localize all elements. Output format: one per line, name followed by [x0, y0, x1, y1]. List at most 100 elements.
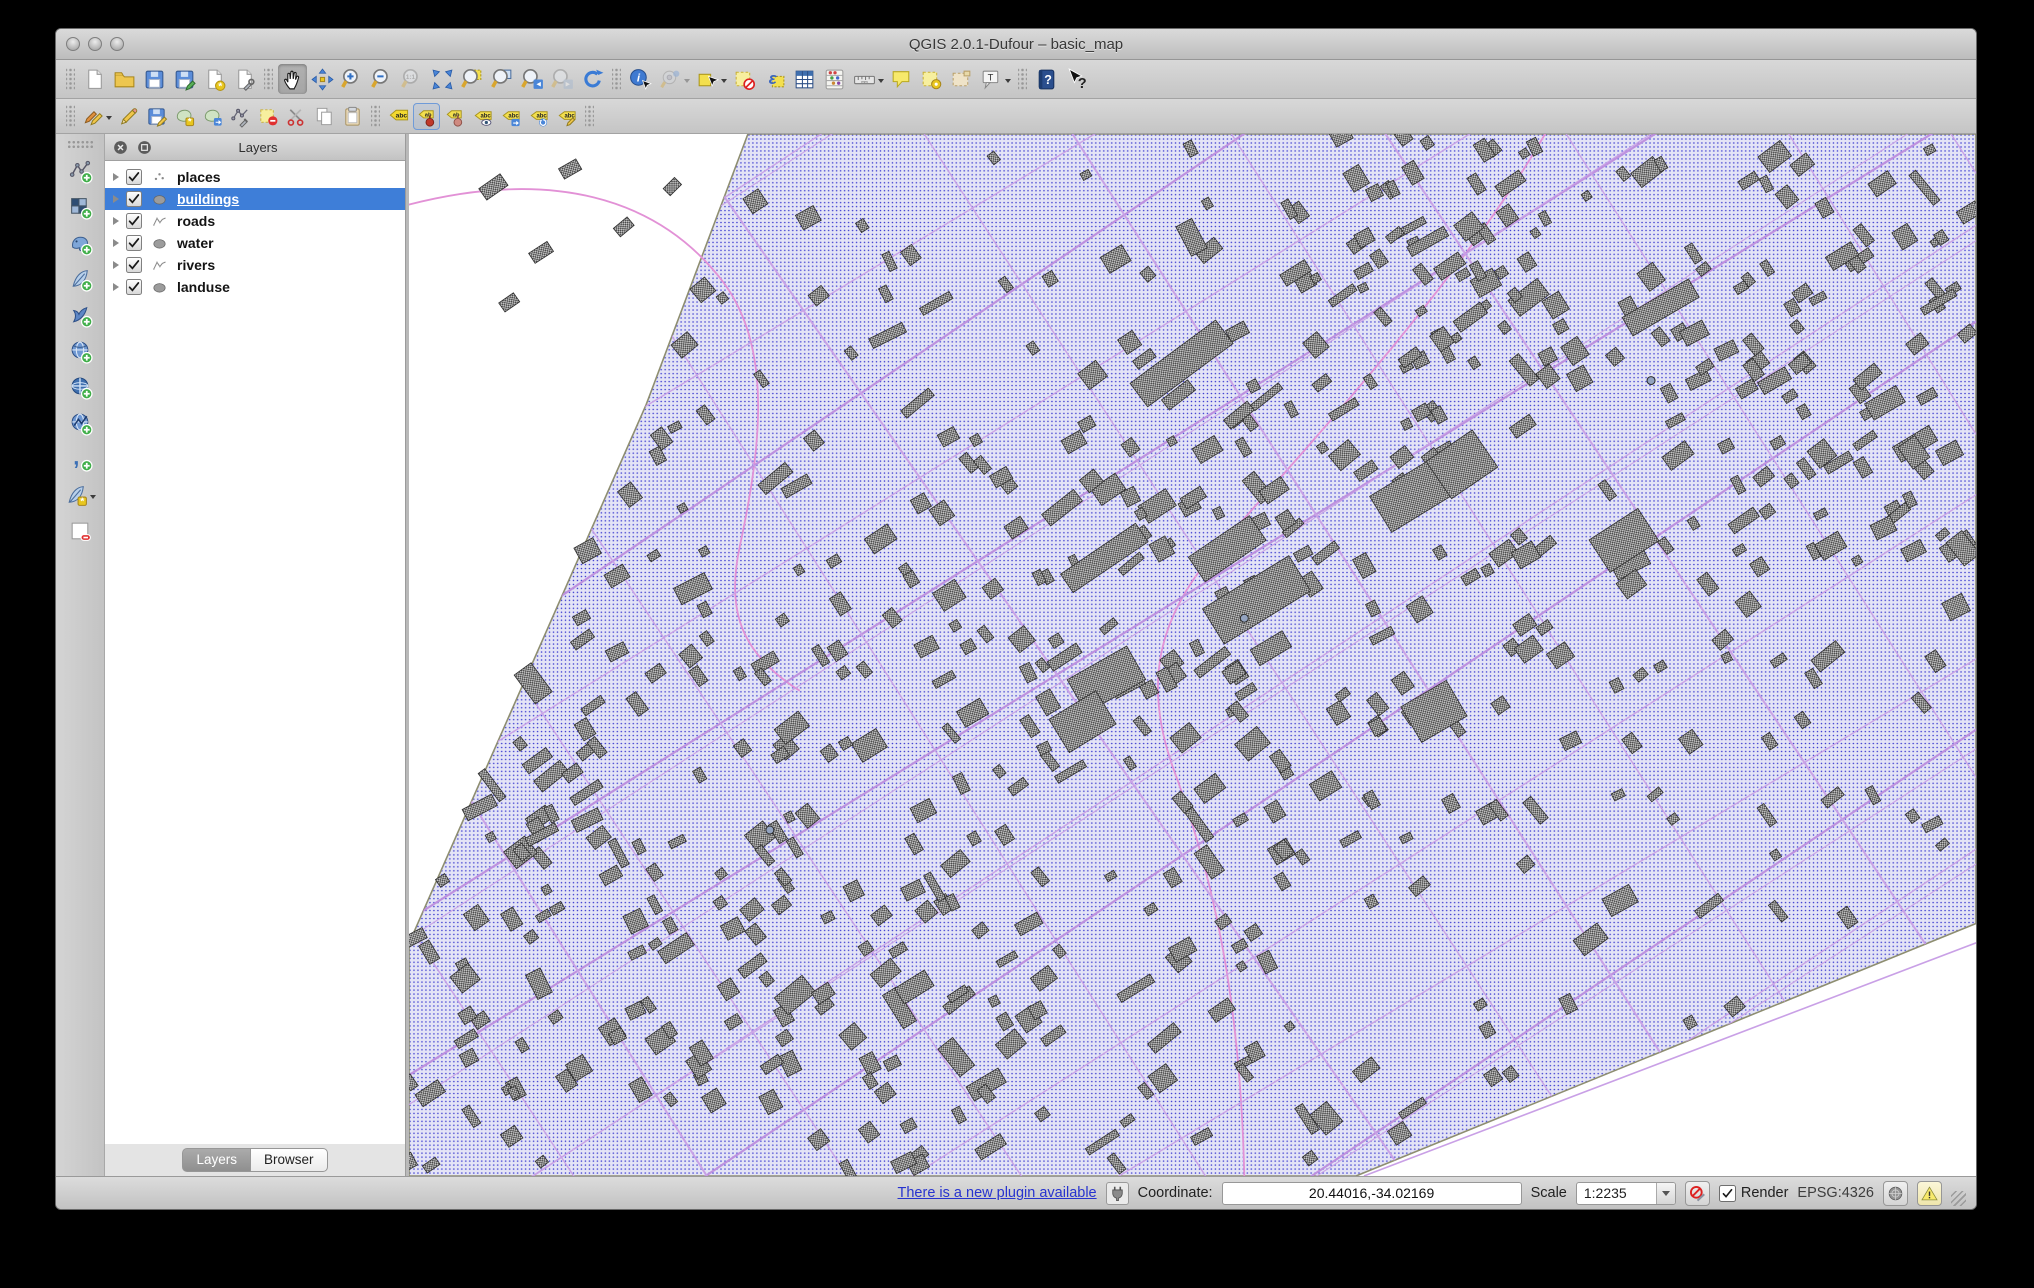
zoom-window-button[interactable] — [110, 37, 124, 51]
new-spatialite-layer-button[interactable]: * — [63, 479, 97, 511]
delete-selected-button[interactable] — [255, 103, 282, 130]
field-calculator-button[interactable] — [820, 64, 849, 94]
layer-item-roads[interactable]: roads — [105, 210, 405, 232]
layer-item-rivers[interactable]: rivers — [105, 254, 405, 276]
zoom-to-selection-button[interactable] — [458, 64, 487, 94]
minimize-window-button[interactable] — [88, 37, 102, 51]
new-composer-button[interactable]: * — [200, 64, 229, 94]
measure-button[interactable]: mm — [850, 64, 886, 94]
zoom-next-button[interactable] — [548, 64, 577, 94]
render-checkbox[interactable] — [1719, 1185, 1736, 1202]
add-raster-layer-button[interactable] — [67, 191, 94, 223]
resize-grip[interactable] — [1951, 1191, 1966, 1206]
label-rotate-button[interactable]: abc — [525, 103, 552, 130]
layer-visibility-checkbox[interactable] — [126, 257, 142, 273]
toggle-editing-button[interactable] — [115, 103, 142, 130]
cut-features-button[interactable] — [283, 103, 310, 130]
label-unpin-button[interactable]: ab — [441, 103, 468, 130]
select-features-button[interactable] — [693, 64, 729, 94]
pan-to-selection-button[interactable] — [308, 64, 337, 94]
coordinate-input[interactable] — [1222, 1182, 1522, 1205]
layer-item-water[interactable]: water — [105, 232, 405, 254]
text-annotation-button[interactable]: T — [977, 64, 1013, 94]
plugin-icon[interactable] — [1106, 1182, 1129, 1205]
move-feature-button[interactable] — [199, 103, 226, 130]
label-show-hide-button[interactable]: abc — [469, 103, 496, 130]
panel-tab-browser[interactable]: Browser — [250, 1148, 328, 1172]
feature-action-button[interactable] — [656, 64, 692, 94]
node-tool-button[interactable] — [227, 103, 254, 130]
layer-visibility-checkbox[interactable] — [126, 279, 142, 295]
open-project-button[interactable] — [110, 64, 139, 94]
show-bookmarks-button[interactable] — [947, 64, 976, 94]
scale-combo[interactable]: 1:2235 — [1576, 1182, 1676, 1205]
deselect-features-button[interactable] — [730, 64, 759, 94]
map-canvas[interactable] — [409, 134, 1976, 1176]
copy-features-button[interactable] — [311, 103, 338, 130]
pan-arrows-icon — [310, 67, 335, 92]
layer-item-places[interactable]: places — [105, 166, 405, 188]
expand-arrow-icon[interactable] — [113, 195, 119, 203]
toolbar-grip[interactable] — [67, 140, 93, 149]
stop-render-button[interactable] — [1685, 1181, 1710, 1206]
layer-item-landuse[interactable]: landuse — [105, 276, 405, 298]
layer-visibility-checkbox[interactable] — [126, 213, 142, 229]
add-vector-layer-button[interactable] — [67, 155, 94, 187]
close-window-button[interactable] — [66, 37, 80, 51]
pan-map-button[interactable] — [278, 64, 307, 94]
map-tips-button[interactable] — [887, 64, 916, 94]
crs-button[interactable] — [1883, 1181, 1908, 1206]
whats-this-button[interactable]: ? — [1062, 64, 1091, 94]
layer-visibility-checkbox[interactable] — [126, 191, 142, 207]
expand-arrow-icon[interactable] — [113, 217, 119, 225]
remove-layer-button[interactable] — [67, 515, 94, 547]
add-postgis-layer-button[interactable] — [67, 227, 94, 259]
scale-combo-arrow[interactable] — [1656, 1183, 1675, 1204]
current-edits-button[interactable] — [80, 103, 114, 130]
add-wcs-layer-button[interactable] — [67, 371, 94, 403]
refresh-button[interactable] — [578, 64, 607, 94]
zoom-last-button[interactable] — [518, 64, 547, 94]
new-bookmark-button[interactable] — [917, 64, 946, 94]
help-contents-button[interactable]: ? — [1032, 64, 1061, 94]
panel-float-button[interactable] — [136, 139, 153, 156]
layer-item-buildings[interactable]: buildings — [105, 188, 405, 210]
composer-manager-button[interactable] — [230, 64, 259, 94]
identify-button[interactable]: i — [626, 64, 655, 94]
save-edits-button[interactable] — [143, 103, 170, 130]
messages-button[interactable] — [1917, 1181, 1942, 1206]
zoom-in-button[interactable] — [338, 64, 367, 94]
labeling-button[interactable]: abc — [385, 103, 412, 130]
expand-arrow-icon[interactable] — [113, 261, 119, 269]
add-wfs-layer-button[interactable] — [67, 407, 94, 439]
add-delimited-text-button[interactable]: , — [67, 443, 94, 475]
zoom-to-layer-button[interactable] — [488, 64, 517, 94]
new-project-button[interactable] — [80, 64, 109, 94]
add-feature-button[interactable]: * — [171, 103, 198, 130]
expand-arrow-icon[interactable] — [113, 173, 119, 181]
zoom-native-button[interactable]: 1:1 — [398, 64, 427, 94]
paste-features-button[interactable] — [339, 103, 366, 130]
plugin-link[interactable]: There is a new plugin available — [898, 1185, 1097, 1201]
layer-visibility-checkbox[interactable] — [126, 235, 142, 251]
label-pin-button[interactable]: ab — [413, 103, 440, 130]
panel-close-button[interactable] — [112, 139, 129, 156]
add-spatialite-layer-button[interactable] — [67, 263, 94, 295]
label-move-button[interactable]: abc — [497, 103, 524, 130]
label-properties-button[interactable]: abc — [553, 103, 580, 130]
zoom-out-button[interactable] — [368, 64, 397, 94]
save-project-button[interactable] — [140, 64, 169, 94]
select-by-expression-button[interactable]: ε — [760, 64, 789, 94]
add-wms-layer-button[interactable] — [67, 335, 94, 367]
add-mssql-layer-button[interactable] — [67, 299, 94, 331]
zoom-full-button[interactable] — [428, 64, 457, 94]
expand-arrow-icon[interactable] — [113, 283, 119, 291]
spatialite-icon — [68, 267, 93, 292]
save-project-as-button[interactable] — [170, 64, 199, 94]
panel-tab-layers[interactable]: Layers — [182, 1148, 250, 1172]
expand-arrow-icon[interactable] — [113, 239, 119, 247]
remove-layer-icon — [68, 519, 93, 544]
attribute-table-button[interactable] — [790, 64, 819, 94]
node-tool-icon — [229, 105, 252, 128]
layer-visibility-checkbox[interactable] — [126, 169, 142, 185]
